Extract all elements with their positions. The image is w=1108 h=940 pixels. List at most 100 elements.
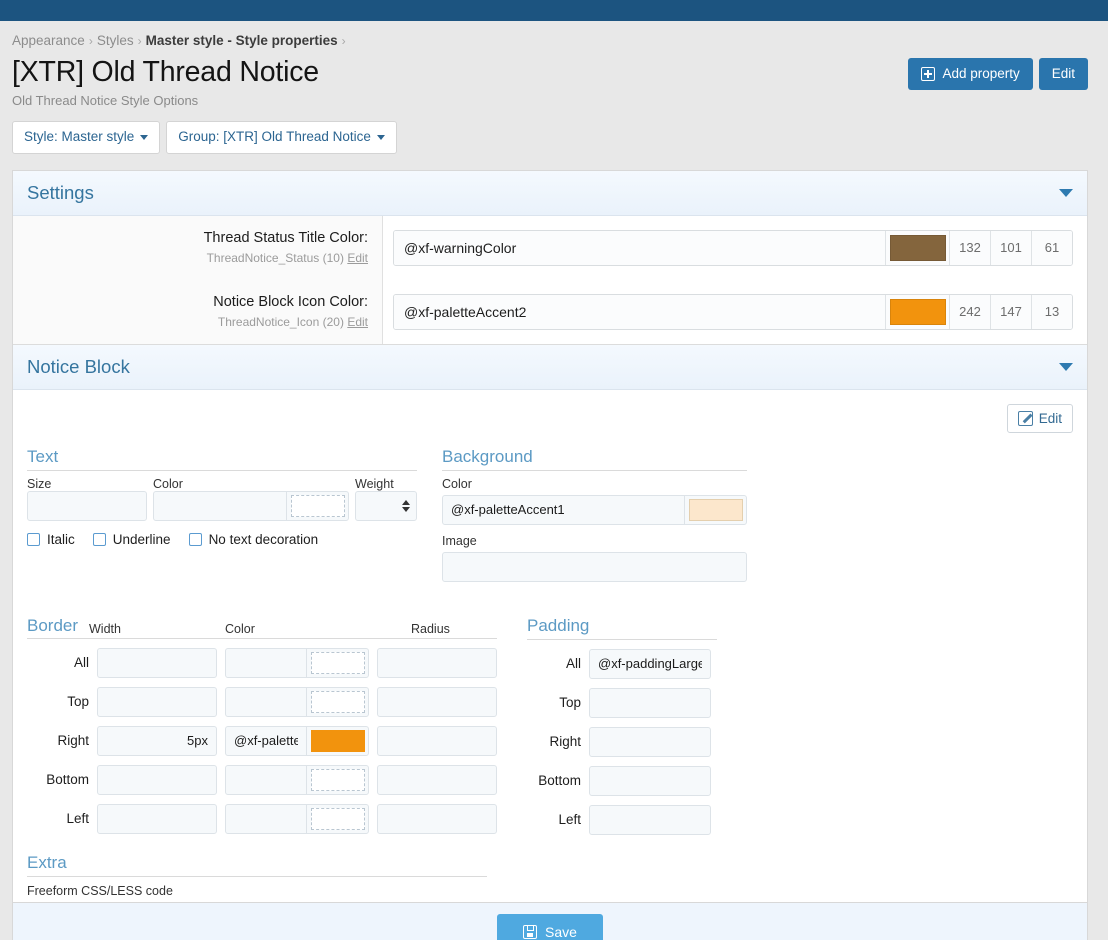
border-row-label-all: All: [27, 655, 89, 670]
border-radius-bottom-input[interactable]: [377, 765, 497, 795]
breadcrumb-item-master-style[interactable]: Master style: [146, 33, 224, 48]
color-value-bar[interactable]: @xf-warningColor 132 101 61: [393, 230, 1073, 266]
color-swatch-cell[interactable]: [885, 231, 949, 265]
plus-square-icon: [921, 67, 935, 81]
notice-block-edit-button[interactable]: Edit: [1007, 404, 1073, 433]
border-color-bottom-group[interactable]: [225, 765, 369, 795]
border-color-right-swatch[interactable]: [311, 730, 365, 752]
padding-legend: Padding: [527, 616, 717, 640]
breadcrumb-item-style-properties[interactable]: - Style properties: [227, 33, 337, 48]
background-color-input-group[interactable]: [442, 495, 747, 525]
checkbox-underline[interactable]: Underline: [93, 532, 171, 547]
border-width-bottom-input[interactable]: [97, 765, 217, 795]
border-color-left-swatch-cell[interactable]: [306, 805, 368, 833]
border-color-right-input[interactable]: [226, 727, 306, 755]
border-color-all-group[interactable]: [225, 648, 369, 678]
property-edit-link[interactable]: Edit: [347, 251, 368, 265]
color-swatch[interactable]: [890, 235, 946, 261]
background-image-input[interactable]: [442, 552, 747, 582]
extra-code-label: Freeform CSS/LESS code: [27, 884, 487, 898]
text-size-input[interactable]: [27, 491, 147, 521]
border-color-bottom-swatch[interactable]: [311, 769, 365, 791]
border-radius-right-input[interactable]: [377, 726, 497, 756]
border-color-top-swatch[interactable]: [311, 691, 365, 713]
border-width-all-input[interactable]: [97, 648, 217, 678]
border-color-top-input[interactable]: [226, 688, 306, 716]
padding-right-input[interactable]: [589, 727, 711, 757]
border-radius-left-input[interactable]: [377, 804, 497, 834]
settings-block: Settings Thread Status Title Color: Thre…: [13, 171, 1087, 345]
border-width-left-input[interactable]: [97, 804, 217, 834]
checkbox-box-icon[interactable]: [93, 533, 106, 546]
chevron-down-icon[interactable]: [1059, 189, 1073, 197]
checkbox-box-icon[interactable]: [27, 533, 40, 546]
border-row-label-left: Left: [27, 811, 89, 826]
color-value-text[interactable]: @xf-warningColor: [394, 231, 885, 265]
checkbox-no-text-decoration[interactable]: No text decoration: [189, 532, 319, 547]
border-color-bottom-input[interactable]: [226, 766, 306, 794]
background-fieldset: Background Color Image: [442, 447, 747, 600]
border-width-top-input[interactable]: [97, 687, 217, 717]
padding-bottom-input[interactable]: [589, 766, 711, 796]
color-value-text[interactable]: @xf-paletteAccent2: [394, 295, 885, 329]
notice-block-header[interactable]: Notice Block: [13, 345, 1087, 390]
padding-row-label-all: All: [527, 656, 581, 671]
background-image-label: Image: [442, 534, 747, 548]
color-g-value: 147: [990, 295, 1031, 329]
chevron-down-icon[interactable]: [1059, 363, 1073, 371]
border-radius-top-input[interactable]: [377, 687, 497, 717]
text-fieldset: Text Size Color Weight: [27, 447, 417, 600]
text-color-input[interactable]: [154, 492, 286, 520]
group-filter-dropdown[interactable]: Group: [XTR] Old Thread Notice: [166, 121, 397, 154]
breadcrumb-separator-1: ›: [85, 34, 97, 48]
border-width-col-label: Width: [89, 622, 225, 636]
border-color-top-group[interactable]: [225, 687, 369, 717]
edit-button[interactable]: Edit: [1039, 58, 1088, 90]
page-subtitle: Old Thread Notice Style Options: [0, 91, 1100, 108]
border-color-bottom-swatch-cell[interactable]: [306, 766, 368, 794]
style-filter-dropdown[interactable]: Style: Master style: [12, 121, 160, 154]
property-edit-link[interactable]: Edit: [347, 315, 368, 329]
extra-legend: Extra: [27, 853, 487, 877]
border-rows: All Top: [27, 648, 497, 834]
color-swatch[interactable]: [890, 299, 946, 325]
text-color-swatch-cell[interactable]: [286, 492, 348, 520]
add-property-label: Add property: [942, 67, 1019, 81]
border-color-col-label: Color: [225, 622, 411, 636]
add-property-button[interactable]: Add property: [908, 58, 1032, 90]
border-padding-columns: Border Width Color Radius All: [27, 616, 1073, 835]
border-color-left-input[interactable]: [226, 805, 306, 833]
border-row-label-right: Right: [27, 733, 89, 748]
background-color-input[interactable]: [443, 496, 684, 524]
background-color-swatch-cell[interactable]: [684, 496, 746, 524]
text-color-swatch[interactable]: [291, 495, 345, 517]
border-color-all-swatch[interactable]: [311, 652, 365, 674]
checkbox-italic[interactable]: Italic: [27, 532, 75, 547]
title-row: [XTR] Old Thread Notice Add property Edi…: [0, 48, 1100, 91]
border-color-all-input[interactable]: [226, 649, 306, 677]
text-weight-select[interactable]: [355, 491, 417, 521]
border-color-left-swatch[interactable]: [311, 808, 365, 830]
border-width-right-input[interactable]: [97, 726, 217, 756]
breadcrumb-item-appearance[interactable]: Appearance: [12, 33, 85, 48]
padding-left-input[interactable]: [589, 805, 711, 835]
border-radius-all-input[interactable]: [377, 648, 497, 678]
padding-all-input[interactable]: [589, 649, 711, 679]
border-color-left-group[interactable]: [225, 804, 369, 834]
text-color-input-group[interactable]: [153, 491, 349, 521]
save-button[interactable]: Save: [497, 914, 603, 940]
border-row-label-top: Top: [27, 694, 89, 709]
border-color-right-swatch-cell[interactable]: [306, 727, 368, 755]
color-swatch-cell[interactable]: [885, 295, 949, 329]
padding-top-input[interactable]: [589, 688, 711, 718]
padding-fieldset: Padding All Top Right Bottom Left: [527, 616, 717, 835]
settings-block-header[interactable]: Settings: [13, 171, 1087, 216]
color-value-bar[interactable]: @xf-paletteAccent2 242 147 13: [393, 294, 1073, 330]
breadcrumb-item-styles[interactable]: Styles: [97, 33, 134, 48]
border-color-right-group[interactable]: [225, 726, 369, 756]
checkbox-box-icon[interactable]: [189, 533, 202, 546]
border-color-all-swatch-cell[interactable]: [306, 649, 368, 677]
border-color-top-swatch-cell[interactable]: [306, 688, 368, 716]
checkbox-italic-label: Italic: [47, 532, 75, 547]
background-color-swatch[interactable]: [689, 499, 743, 521]
